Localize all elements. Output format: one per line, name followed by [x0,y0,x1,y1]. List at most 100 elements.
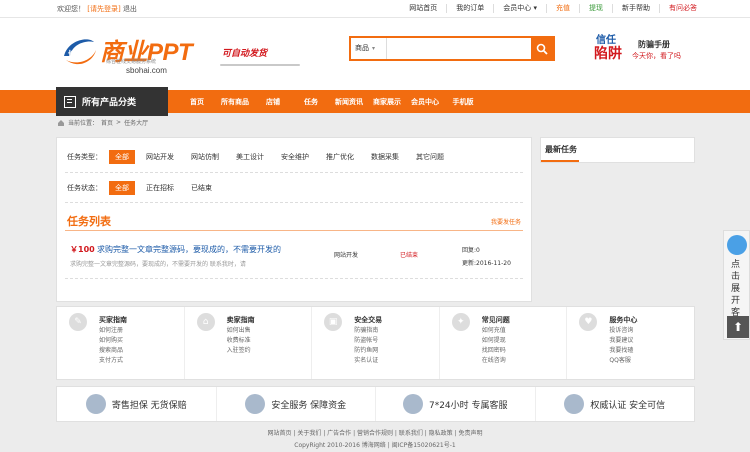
top-link[interactable]: 有问必答 [659,4,706,13]
breadcrumb-prefix: 当前位置： [68,120,99,127]
help-link[interactable]: 防盗帐号 [354,336,378,346]
status-filter-option[interactable]: 正在招标 [140,181,180,195]
help-link[interactable]: 支付方式 [99,356,123,366]
tagline: 可自动发货 [222,49,268,59]
type-filter: 任务类型： 全部 网站开发 网站仿制 美工设计 安全维护 推广优化 数据采集 其它问题 [67,150,455,164]
help-heading: 常见问题 [481,316,510,324]
site-logo[interactable]: 博海 商业PPT 综合在线交易服务系统 sbohai.com [58,26,218,82]
login-link[interactable]: [请先登录] [87,5,120,13]
search-input[interactable] [387,38,533,59]
type-filter-option[interactable]: 网站仿制 [185,150,225,164]
task-title-link[interactable]: 求购完整一文章完整源码，要现成的，不需要开发的 [97,244,281,255]
help-category-icon: ✦ [451,313,470,331]
nav-item[interactable]: 店铺 [254,97,292,107]
guarantee-icon [402,394,423,414]
main-nav: 所有产品分类 首页 所有商品 店铺 任务 新闻资讯 商家展示 会员中心 手机版 [0,87,750,116]
help-link[interactable]: 如何出售 [227,326,251,336]
guarantee-item: 权威认证 安全可信 [534,387,695,421]
help-link[interactable]: 防钓鱼网 [354,346,378,356]
task-description: 求购完整一文章完整源码，要现成的，不需要开发的 联系我时，请 [70,261,246,268]
breadcrumb-home[interactable]: 首页 [101,118,113,127]
divider [65,278,523,279]
top-link[interactable]: 网站首页 [400,4,446,13]
search-icon [536,43,548,55]
guarantee-item: 安全服务 保障资金 [215,387,376,421]
nav-item[interactable]: 会员中心 [406,97,444,107]
help-link[interactable]: 投诉咨询 [609,326,633,336]
help-category-icon: ▣ [324,313,343,331]
help-heading: 买家指南 [99,316,127,324]
search-bar: 商品 [349,36,555,61]
type-filter-option[interactable]: 安全维护 [275,150,315,164]
help-heading: 卖家指南 [226,316,255,324]
logout-link[interactable]: 退出 [123,5,137,13]
nav-item[interactable]: 新闻资讯 [330,97,368,107]
top-link[interactable]: 会员中心 ▾ [493,4,546,13]
type-filter-option[interactable]: 其它问题 [410,150,450,164]
help-link[interactable]: QQ客服 [609,356,633,366]
status-filter-label: 任务状态： [67,184,102,192]
breadcrumb-current: 任务大厅 [124,120,149,127]
nav-item[interactable]: 任务 [292,97,330,107]
status-filter-option[interactable]: 已结束 [185,181,218,195]
help-link[interactable]: 如何提现 [482,336,506,346]
help-link[interactable]: 如何购买 [99,336,123,346]
type-filter-option[interactable]: 网站开发 [140,150,180,164]
status-filter-option[interactable]: 全部 [109,181,135,195]
help-link[interactable]: 入驻签约 [227,346,251,356]
help-link[interactable]: 防骗指南 [354,326,378,336]
task-price: ￥100 [70,245,95,254]
anti-fraud-banner[interactable]: 信任 陷阱 防骗手册 今天你，看了吗 [582,31,694,77]
help-column: ⌂ 卖家指南如何出售 收费标准 入驻签约 [183,307,312,379]
back-to-top-button[interactable]: ⬆ [727,316,749,338]
help-link[interactable]: 搜索商品 [99,346,123,356]
help-link[interactable]: 实名认证 [354,356,378,366]
guarantee-icon [245,394,266,414]
search-button[interactable] [531,38,553,59]
task-list-title: 任务列表 [67,215,111,228]
task-hall: 任务类型： 全部 网站开发 网站仿制 美工设计 安全维护 推广优化 数据采集 其它问题 任务状… [56,137,532,302]
arrow-up-icon: ⬆ [732,320,744,334]
help-link[interactable]: 我要建议 [609,336,633,346]
help-column: ▣ 安全交易 防骗指南 防盗帐号 防钓鱼网 实名认证 [311,307,439,379]
help-link[interactable]: 找回密码 [482,346,506,356]
nav-item[interactable]: 所有商品 [216,97,254,107]
latest-tasks-title: 最新任务 [545,145,577,154]
footer-links[interactable]: 网站首页 | 关于我们 | 广告合作 | 营销合作规则 | 联系我们 | 隐私政… [0,428,750,437]
task-replies: 回复:0 [462,247,480,254]
all-categories-button[interactable]: 所有产品分类 [56,87,168,116]
help-link[interactable]: 在线咨询 [482,356,506,366]
top-link[interactable]: 我的订单 [446,4,493,13]
publish-task-link[interactable]: 我要发任务 [491,217,521,226]
divider [65,172,523,173]
welcome-area: 欢迎您！ [请先登录] 退出 [57,4,137,14]
task-row[interactable]: ￥100 求购完整一文章完整源码，要现成的，不需要开发的 求购完整一文章完整源码… [67,242,523,276]
guarantee-bar: 寄售担保 无货保赔 安全服务 保障资金 7*24小时 专属客服 权威认证 安全可信 [56,386,695,422]
type-filter-option[interactable]: 全部 [109,150,135,164]
divider [65,202,523,203]
top-link[interactable]: 充值 [546,4,579,13]
top-link[interactable]: 提现 [579,4,612,13]
logo-slogan: 综合在线交易服务系统 [106,59,157,65]
type-filter-option[interactable]: 数据采集 [365,150,405,164]
type-filter-label: 任务类型： [67,153,102,161]
type-filter-option[interactable]: 美工设计 [230,150,270,164]
search-category-select[interactable]: 商品 [351,38,387,59]
help-link[interactable]: 收费标准 [227,336,251,346]
header: 博海 商业PPT 综合在线交易服务系统 sbohai.com 可自动发货 商品 … [0,18,750,90]
nav-item[interactable]: 手机版 [444,97,482,107]
title-accent-bar [541,160,579,162]
ad-line3: 防骗手册 [638,40,670,49]
help-link[interactable]: 如何充值 [482,326,506,336]
help-link[interactable]: 我要找碴 [609,346,633,356]
ad-line4: 今天你，看了吗 [632,52,681,60]
help-category-icon: ⌂ [196,313,215,331]
title-underline [65,230,523,231]
help-link[interactable]: 如何注册 [99,326,123,336]
nav-item[interactable]: 首页 [178,97,216,107]
nav-item[interactable]: 商家展示 [368,97,406,107]
help-column: ✎ 买家指南 如何注册 如何购买 搜索商品 支付方式 [57,307,184,379]
type-filter-option[interactable]: 推广优化 [320,150,360,164]
qq-icon [727,235,747,255]
top-link[interactable]: 新手帮助 [612,4,659,13]
